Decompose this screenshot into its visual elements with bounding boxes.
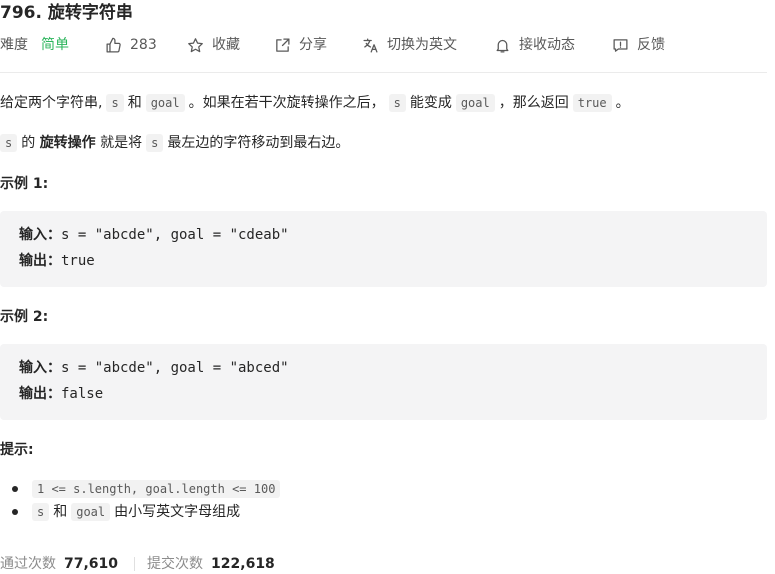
favorite-button[interactable]: 收藏 bbox=[187, 34, 240, 56]
submitted-label: 提交次数 bbox=[147, 556, 204, 572]
like-count: 283 bbox=[130, 37, 157, 53]
difficulty: 难度 简单 bbox=[0, 34, 69, 56]
accepted-count: 77,610 bbox=[64, 556, 119, 572]
translate-icon bbox=[363, 37, 378, 53]
share-icon bbox=[276, 37, 290, 52]
output-value: true bbox=[61, 253, 95, 269]
input-value: s = "abcde", goal = "cdeab" bbox=[61, 227, 289, 243]
example-1-input: 输入：s = "abcde", goal = "cdeab" bbox=[19, 225, 289, 245]
notify-button[interactable]: 接收动态 bbox=[494, 34, 575, 56]
difficulty-label: 难度 bbox=[0, 37, 28, 53]
notify-label: 接收动态 bbox=[519, 37, 575, 53]
accepted-label: 通过次数 bbox=[0, 556, 56, 572]
switch-language-button[interactable]: 切换为英文 bbox=[362, 34, 457, 56]
output-value: false bbox=[61, 386, 104, 402]
problem-title: 796. 旋转字符串 bbox=[0, 3, 133, 23]
hint-code: 1 <= s.length, goal.length <= 100 bbox=[32, 480, 281, 498]
desc-text: 给定两个字符串, bbox=[0, 95, 103, 111]
example-1-output: 输出：true bbox=[19, 251, 95, 271]
stats-separator bbox=[134, 557, 136, 571]
example-2-block: 输入：s = "abcde", goal = "abced" 输出：false bbox=[0, 344, 767, 420]
bullet bbox=[12, 509, 18, 515]
code-s: s bbox=[106, 94, 124, 112]
problem-toolbar: 难度 简单 283 收藏 分享 切换为英文 接收动态 反馈 bbox=[0, 34, 775, 56]
thumbs-up-icon bbox=[106, 37, 121, 53]
example-2-input: 输入：s = "abcde", goal = "abced" bbox=[19, 358, 289, 378]
code-s: s bbox=[32, 503, 50, 521]
input-value: s = "abcde", goal = "abced" bbox=[61, 360, 289, 376]
code-goal: goal bbox=[145, 94, 185, 112]
desc-text: 和 bbox=[127, 95, 142, 111]
description-paragraph-1: 给定两个字符串, s 和 goal 。如果在若干次旋转操作之后， s 能变成 goal ，那么返… bbox=[0, 91, 630, 115]
bell-icon bbox=[496, 39, 509, 53]
like-button[interactable]: 283 bbox=[105, 34, 157, 56]
share-button[interactable]: 分享 bbox=[274, 34, 327, 56]
desc-text: 就是将 bbox=[100, 135, 143, 151]
code-s: s bbox=[146, 134, 164, 152]
description-paragraph-2: s的 旋转操作 就是将 s 最左边的字符移动到最右边。 bbox=[0, 131, 349, 155]
code-true: true bbox=[572, 94, 612, 112]
submitted-count: 122,618 bbox=[211, 556, 275, 572]
feedback-icon bbox=[613, 38, 628, 52]
hints-heading: 提示: bbox=[0, 442, 34, 458]
share-label: 分享 bbox=[299, 37, 327, 53]
desc-text: 的 bbox=[21, 135, 36, 151]
code-goal: goal bbox=[71, 503, 111, 521]
desc-text: ，那么返回 bbox=[498, 95, 569, 111]
example-2-heading: 示例 2: bbox=[0, 309, 49, 325]
submission-stats: 通过次数 77,610 提交次数 122,618 bbox=[0, 554, 275, 574]
divider bbox=[0, 72, 767, 73]
feedback-button[interactable]: 反馈 bbox=[612, 34, 665, 56]
desc-text: 最左边的字符移动到最右边。 bbox=[167, 135, 350, 151]
hint-text: 和 bbox=[53, 504, 68, 520]
switch-language-label: 切换为英文 bbox=[387, 37, 457, 53]
difficulty-value: 简单 bbox=[41, 37, 69, 53]
hint-item-1: 1 <= s.length, goal.length <= 100 bbox=[12, 478, 284, 500]
bullet bbox=[12, 486, 18, 492]
favorite-label: 收藏 bbox=[212, 37, 240, 53]
desc-text: 能变成 bbox=[409, 95, 452, 111]
desc-text: 。如果在若干次旋转操作之后， bbox=[188, 95, 385, 111]
input-label: 输入： bbox=[19, 227, 61, 243]
desc-bold: 旋转操作 bbox=[39, 135, 96, 151]
output-label: 输出： bbox=[19, 253, 61, 269]
code-goal: goal bbox=[455, 94, 495, 112]
hint-text: 由小写英文字母组成 bbox=[114, 504, 241, 520]
input-label: 输入： bbox=[19, 360, 61, 376]
example-2-output: 输出：false bbox=[19, 384, 103, 404]
feedback-label: 反馈 bbox=[637, 37, 665, 53]
output-label: 输出： bbox=[19, 386, 61, 402]
code-s: s bbox=[0, 134, 18, 152]
star-icon bbox=[188, 37, 203, 52]
code-s: s bbox=[388, 94, 406, 112]
example-1-heading: 示例 1: bbox=[0, 176, 49, 192]
hint-item-2: s 和 goal 由小写英文字母组成 bbox=[12, 501, 241, 523]
example-1-block: 输入：s = "abcde", goal = "cdeab" 输出：true bbox=[0, 211, 767, 287]
desc-text: 。 bbox=[615, 95, 630, 111]
